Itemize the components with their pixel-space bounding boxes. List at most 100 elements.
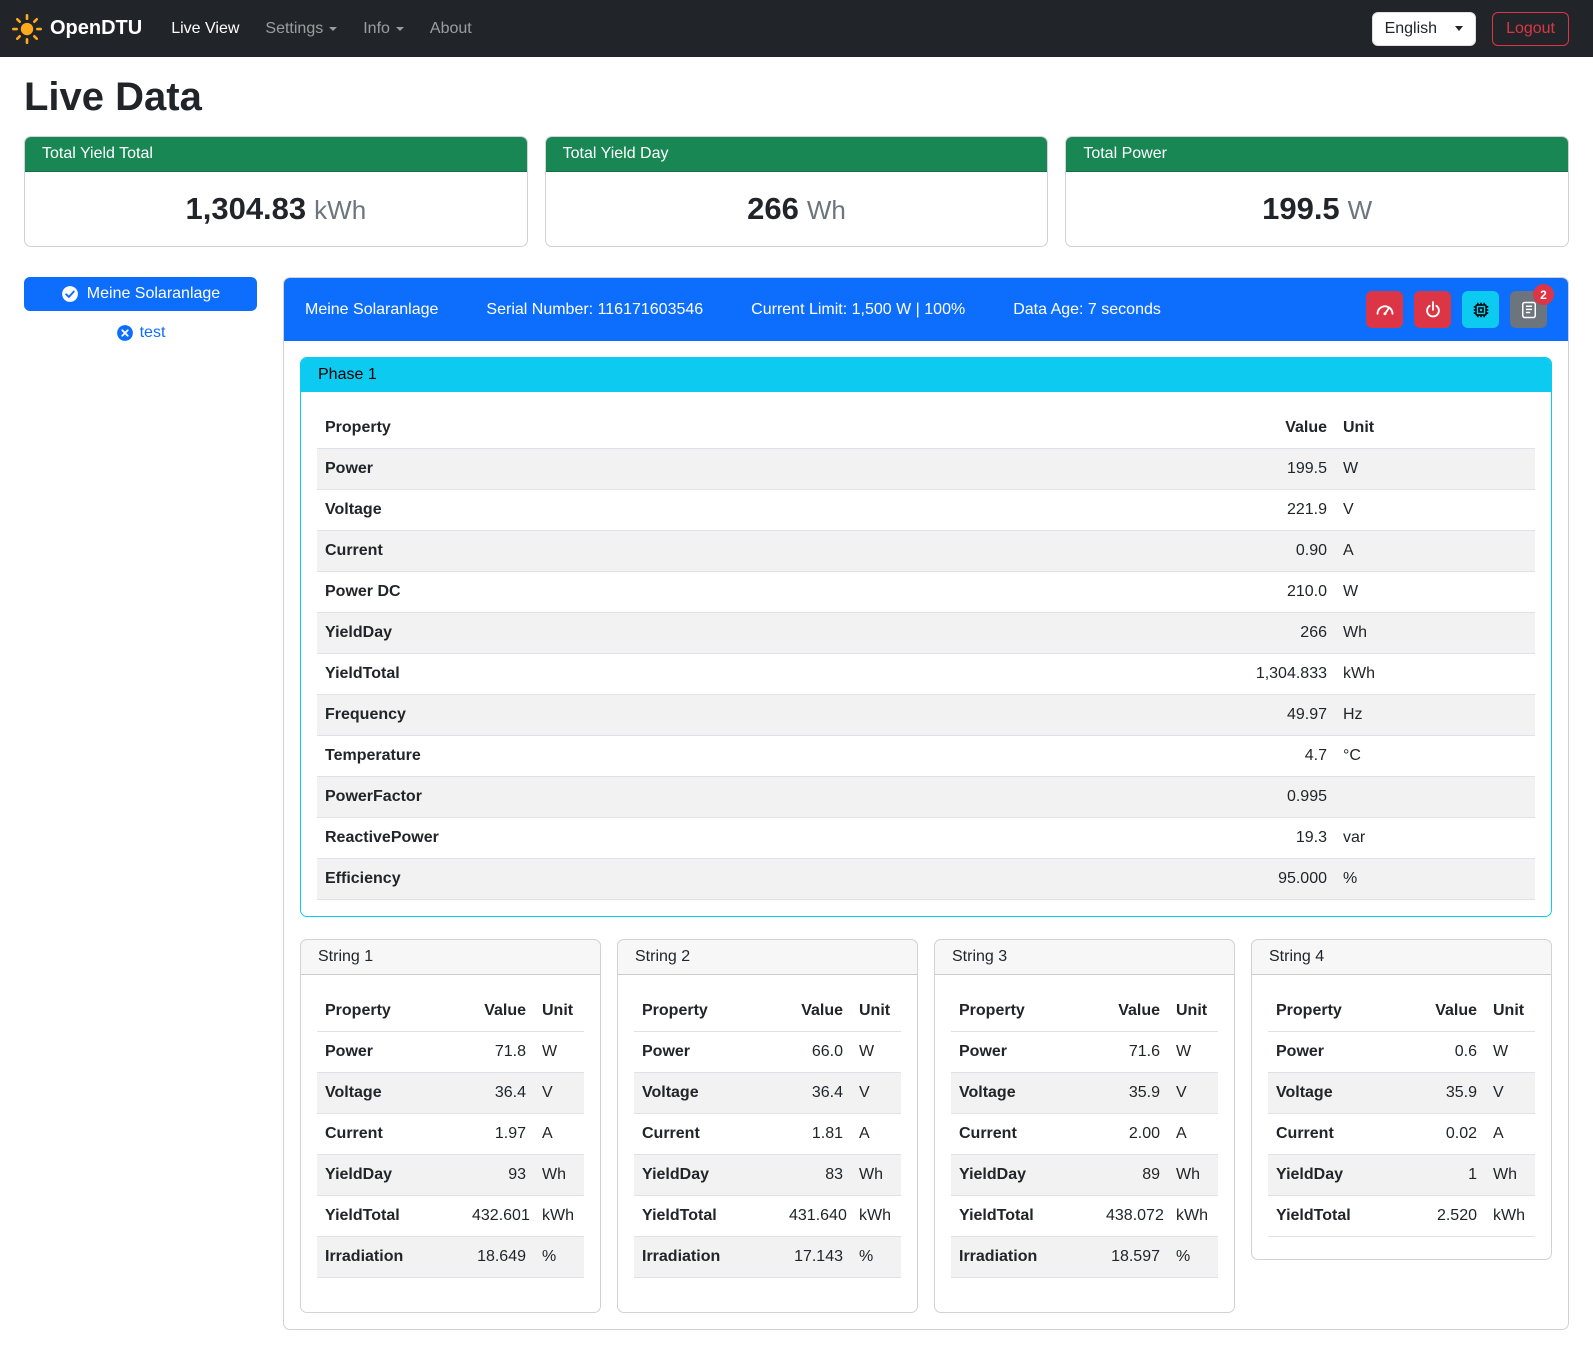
- property-cell: Efficiency: [317, 859, 1195, 900]
- property-cell: Current: [634, 1114, 781, 1155]
- value-cell: 35.9: [1415, 1073, 1485, 1114]
- inverter-button-test[interactable]: test: [24, 324, 257, 342]
- check-circle-icon: [61, 285, 79, 303]
- property-cell: YieldDay: [317, 613, 1195, 654]
- value-cell: 1.81: [781, 1114, 851, 1155]
- summary-cards-row: Total Yield Total 1,304.83kWh Total Yiel…: [24, 136, 1569, 247]
- unit-cell: A: [1335, 531, 1535, 572]
- inverter-panel-header: Meine Solaranlage Serial Number: 1161716…: [284, 278, 1568, 341]
- total-yield-day-card: Total Yield Day 266Wh: [545, 136, 1049, 247]
- unit-cell: [1335, 777, 1535, 818]
- property-cell: Voltage: [317, 1073, 464, 1114]
- value-cell: 36.4: [464, 1073, 534, 1114]
- table-row: YieldTotal431.640kWh: [634, 1196, 901, 1237]
- value-cell: 0.6: [1415, 1032, 1485, 1073]
- value-cell: 4.7: [1195, 736, 1335, 777]
- page-title: Live Data: [24, 75, 1569, 120]
- column-header-unit: Unit: [1168, 991, 1218, 1032]
- nav-live-view[interactable]: Live View: [158, 12, 252, 46]
- serial-number: Serial Number: 116171603546: [486, 301, 703, 319]
- inverter-label: test: [140, 324, 166, 342]
- unit-cell: V: [534, 1073, 584, 1114]
- table-header-row: Property Value Unit: [317, 991, 584, 1032]
- table-row: Current0.02A: [1268, 1114, 1535, 1155]
- value-cell: 71.8: [464, 1032, 534, 1073]
- nav-about[interactable]: About: [417, 12, 485, 46]
- property-cell: ReactivePower: [317, 818, 1195, 859]
- value-cell: 431.640: [781, 1196, 851, 1237]
- table-row: Current2.00A: [951, 1114, 1218, 1155]
- limit-settings-button[interactable]: [1366, 291, 1403, 328]
- table-row: Power199.5W: [317, 449, 1535, 490]
- property-cell: Power: [317, 449, 1195, 490]
- unit-cell: W: [851, 1032, 901, 1073]
- nav-settings-dropdown[interactable]: Settings: [252, 12, 350, 46]
- unit-cell: kWh: [534, 1196, 584, 1237]
- phase-table: Property Value Unit Power199.5WVoltage22…: [317, 408, 1535, 900]
- property-cell: YieldTotal: [951, 1196, 1098, 1237]
- value-cell: 266: [1195, 613, 1335, 654]
- total-yield-total-unit: kWh: [314, 195, 366, 225]
- table-row: YieldDay266Wh: [317, 613, 1535, 654]
- string-4-table: Property Value Unit Power0.6WVoltage35.9…: [1268, 991, 1535, 1237]
- table-row: YieldTotal1,304.833kWh: [317, 654, 1535, 695]
- brand-label: OpenDTU: [50, 17, 142, 40]
- value-cell: 2.520: [1415, 1196, 1485, 1237]
- property-cell: Power: [1268, 1032, 1415, 1073]
- unit-cell: Wh: [1335, 613, 1535, 654]
- unit-cell: kWh: [851, 1196, 901, 1237]
- total-power-card: Total Power 199.5W: [1065, 136, 1569, 247]
- table-header-row: Property Value Unit: [317, 408, 1535, 449]
- property-cell: YieldTotal: [317, 1196, 464, 1237]
- unit-cell: A: [534, 1114, 584, 1155]
- property-cell: Irradiation: [634, 1237, 781, 1278]
- card-title: Total Power: [1066, 137, 1568, 172]
- total-power-value: 199.5: [1262, 191, 1340, 226]
- value-cell: 221.9: [1195, 490, 1335, 531]
- brand[interactable]: OpenDTU: [12, 14, 142, 44]
- inverter-button-meine-solaranlage[interactable]: Meine Solaranlage: [24, 277, 257, 311]
- value-cell: 36.4: [781, 1073, 851, 1114]
- value-cell: 18.649: [464, 1237, 534, 1278]
- table-row: Irradiation18.597%: [951, 1237, 1218, 1278]
- logout-button[interactable]: Logout: [1492, 12, 1569, 46]
- value-cell: 2.00: [1098, 1114, 1168, 1155]
- event-log-button[interactable]: 2: [1510, 291, 1547, 328]
- value-cell: 17.143: [781, 1237, 851, 1278]
- chevron-down-icon: [1455, 26, 1463, 31]
- gauge-icon: [1375, 300, 1395, 320]
- unit-cell: Wh: [851, 1155, 901, 1196]
- column-header-property: Property: [634, 991, 781, 1032]
- unit-cell: kWh: [1335, 654, 1535, 695]
- language-select[interactable]: English: [1372, 12, 1476, 46]
- unit-cell: kWh: [1168, 1196, 1218, 1237]
- device-info-button[interactable]: [1462, 291, 1499, 328]
- property-cell: YieldTotal: [634, 1196, 781, 1237]
- table-row: YieldDay83Wh: [634, 1155, 901, 1196]
- phase-title: Phase 1: [301, 358, 1551, 392]
- property-cell: YieldTotal: [1268, 1196, 1415, 1237]
- column-header-value: Value: [1195, 408, 1335, 449]
- table-row: YieldTotal2.520kWh: [1268, 1196, 1535, 1237]
- nav-info-dropdown[interactable]: Info: [350, 12, 417, 46]
- property-cell: Irradiation: [951, 1237, 1098, 1278]
- property-cell: Voltage: [634, 1073, 781, 1114]
- unit-cell: Hz: [1335, 695, 1535, 736]
- table-row: PowerFactor0.995: [317, 777, 1535, 818]
- unit-cell: kWh: [1485, 1196, 1535, 1237]
- power-control-button[interactable]: [1414, 291, 1451, 328]
- unit-cell: °C: [1335, 736, 1535, 777]
- column-header-value: Value: [464, 991, 534, 1032]
- column-header-unit: Unit: [851, 991, 901, 1032]
- property-cell: YieldTotal: [317, 654, 1195, 695]
- column-header-property: Property: [317, 408, 1195, 449]
- table-row: ReactivePower19.3var: [317, 818, 1535, 859]
- property-cell: Current: [317, 1114, 464, 1155]
- total-yield-total-card: Total Yield Total 1,304.83kWh: [24, 136, 528, 247]
- string-title: String 2: [618, 940, 917, 975]
- value-cell: 199.5: [1195, 449, 1335, 490]
- value-cell: 438.072: [1098, 1196, 1168, 1237]
- table-row: Power71.8W: [317, 1032, 584, 1073]
- string-title: String 3: [935, 940, 1234, 975]
- value-cell: 0.995: [1195, 777, 1335, 818]
